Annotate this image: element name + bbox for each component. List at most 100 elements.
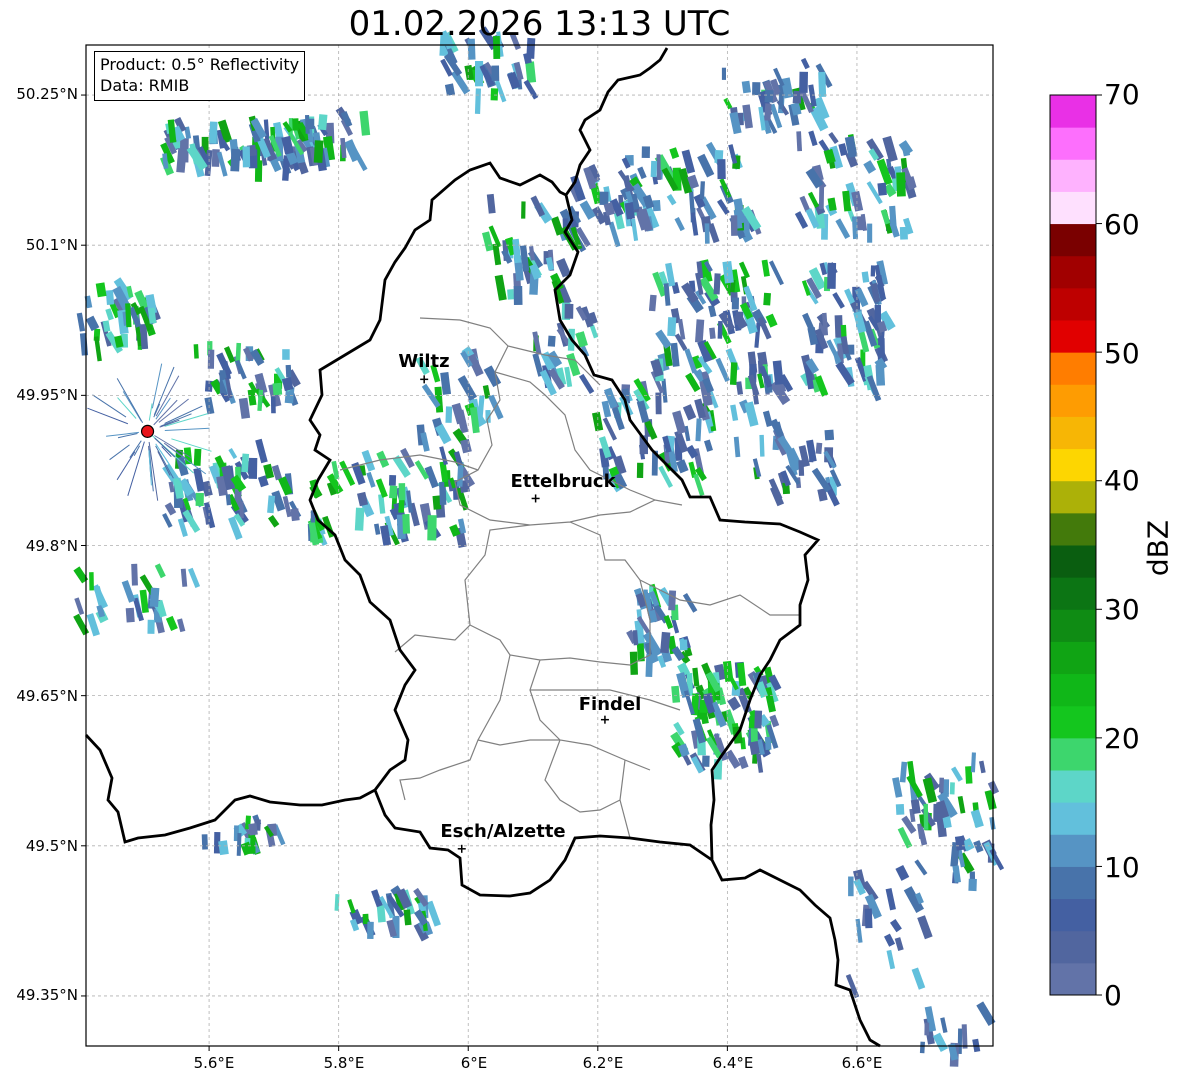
echo-cell bbox=[728, 144, 738, 164]
data-source-label: Data: RMIB bbox=[100, 76, 190, 95]
colorbar-segment bbox=[1050, 545, 1096, 578]
echo-cell bbox=[636, 400, 650, 423]
echo-cell bbox=[968, 878, 977, 892]
colorbar-segment bbox=[1050, 705, 1096, 739]
echo-cell bbox=[796, 131, 803, 152]
colorbar-segment bbox=[1050, 737, 1096, 771]
echo-cell bbox=[899, 761, 908, 783]
echo-cell bbox=[883, 933, 896, 947]
echo-cell bbox=[756, 753, 764, 773]
echo-cell bbox=[483, 365, 502, 388]
echo-cell bbox=[292, 118, 299, 131]
city-label-ettelbruck: Ettelbruck bbox=[510, 471, 616, 492]
echo-cell bbox=[752, 82, 761, 96]
echo-cell bbox=[95, 282, 107, 298]
echo-cell bbox=[248, 457, 258, 479]
echo-cell bbox=[761, 259, 770, 277]
clutter-ray bbox=[129, 440, 142, 458]
echo-cell bbox=[863, 160, 877, 174]
colorbar-segment bbox=[1050, 802, 1096, 835]
echo-cell bbox=[674, 217, 685, 232]
lat-tick-label: 49.95°N bbox=[16, 386, 78, 404]
colorbar-tick-label: 40 bbox=[1104, 464, 1140, 497]
echo-cell bbox=[870, 265, 876, 277]
echo-cell bbox=[896, 172, 906, 197]
colorbar bbox=[1049, 94, 1102, 996]
colorbar-segment bbox=[1050, 770, 1096, 803]
echo-cell bbox=[895, 864, 910, 881]
echo-cell bbox=[889, 919, 902, 933]
echo-cell bbox=[357, 491, 369, 507]
clutter-ray bbox=[87, 407, 129, 425]
clutter-ray bbox=[127, 441, 145, 496]
echo-cell bbox=[230, 148, 241, 172]
colorbar-segment bbox=[1050, 898, 1096, 932]
echo-cell bbox=[676, 459, 689, 474]
echo-cell bbox=[864, 908, 873, 929]
echo-cell bbox=[193, 344, 199, 359]
clutter-ray bbox=[155, 445, 174, 479]
echo-cell bbox=[474, 88, 481, 114]
echo-cell bbox=[79, 333, 89, 356]
lat-tick-label: 49.5°N bbox=[25, 837, 78, 855]
echo-cell bbox=[367, 921, 374, 940]
echo-cell bbox=[951, 766, 963, 782]
echo-cell bbox=[490, 88, 499, 101]
echo-cell bbox=[818, 186, 825, 210]
product-label: Product: 0.5° Reflectivity bbox=[100, 55, 300, 74]
echo-cell bbox=[979, 760, 986, 774]
echo-cell bbox=[818, 71, 827, 97]
echo-cell bbox=[924, 1022, 930, 1036]
echo-cell bbox=[695, 319, 705, 343]
echo-cell bbox=[721, 67, 726, 80]
colorbar-segment bbox=[1050, 191, 1096, 225]
lon-tick-label: 6.6°E bbox=[841, 1054, 883, 1072]
echo-cell bbox=[486, 193, 496, 214]
echo-cell bbox=[808, 130, 818, 147]
echo-cell bbox=[957, 795, 966, 814]
echo-cell bbox=[800, 57, 810, 70]
echo-cell bbox=[759, 434, 765, 457]
echo-cell bbox=[195, 492, 204, 507]
echo-cell bbox=[835, 218, 851, 240]
clutter-ray bbox=[116, 451, 136, 481]
echo-cell bbox=[731, 297, 739, 310]
echo-cell bbox=[589, 324, 599, 339]
echo-cell bbox=[317, 114, 328, 131]
echo-cell bbox=[228, 448, 238, 460]
echo-cell bbox=[727, 696, 741, 711]
echo-cell bbox=[660, 631, 671, 654]
echo-cell bbox=[389, 485, 398, 499]
echo-cell bbox=[697, 153, 715, 178]
echo-cell bbox=[641, 146, 650, 159]
colorbar-tick-label: 50 bbox=[1104, 337, 1140, 370]
info-box: Product: 0.5° Reflectivity Data: RMIB bbox=[94, 51, 306, 101]
echo-cell bbox=[398, 483, 406, 501]
echo-cell bbox=[914, 859, 928, 876]
echo-cell bbox=[272, 382, 283, 396]
echo-cell bbox=[525, 61, 537, 83]
borders bbox=[84, 47, 881, 1048]
echo-cell bbox=[645, 654, 653, 678]
echo-cell bbox=[895, 803, 905, 815]
colorbar-segment bbox=[1050, 320, 1096, 353]
echo-cell bbox=[672, 410, 687, 435]
city-marker bbox=[531, 494, 540, 503]
colorbar-segment bbox=[1050, 255, 1096, 289]
echo-cell bbox=[366, 471, 376, 488]
echo-cell bbox=[239, 501, 244, 519]
echo-cell bbox=[402, 514, 411, 534]
colorbar-segment bbox=[1050, 287, 1096, 321]
echo-cell bbox=[285, 364, 292, 378]
echo-cell bbox=[637, 166, 647, 180]
echo-cell bbox=[762, 410, 773, 427]
echo-cell bbox=[717, 321, 723, 339]
echo-cell bbox=[828, 131, 839, 145]
echo-cell bbox=[702, 755, 710, 767]
country-border bbox=[84, 47, 881, 1048]
clutter-ray bbox=[164, 427, 210, 431]
echo-cell bbox=[704, 439, 713, 452]
echo-cell bbox=[238, 397, 251, 419]
echo-cell bbox=[494, 274, 507, 301]
echo-cell bbox=[699, 181, 705, 200]
